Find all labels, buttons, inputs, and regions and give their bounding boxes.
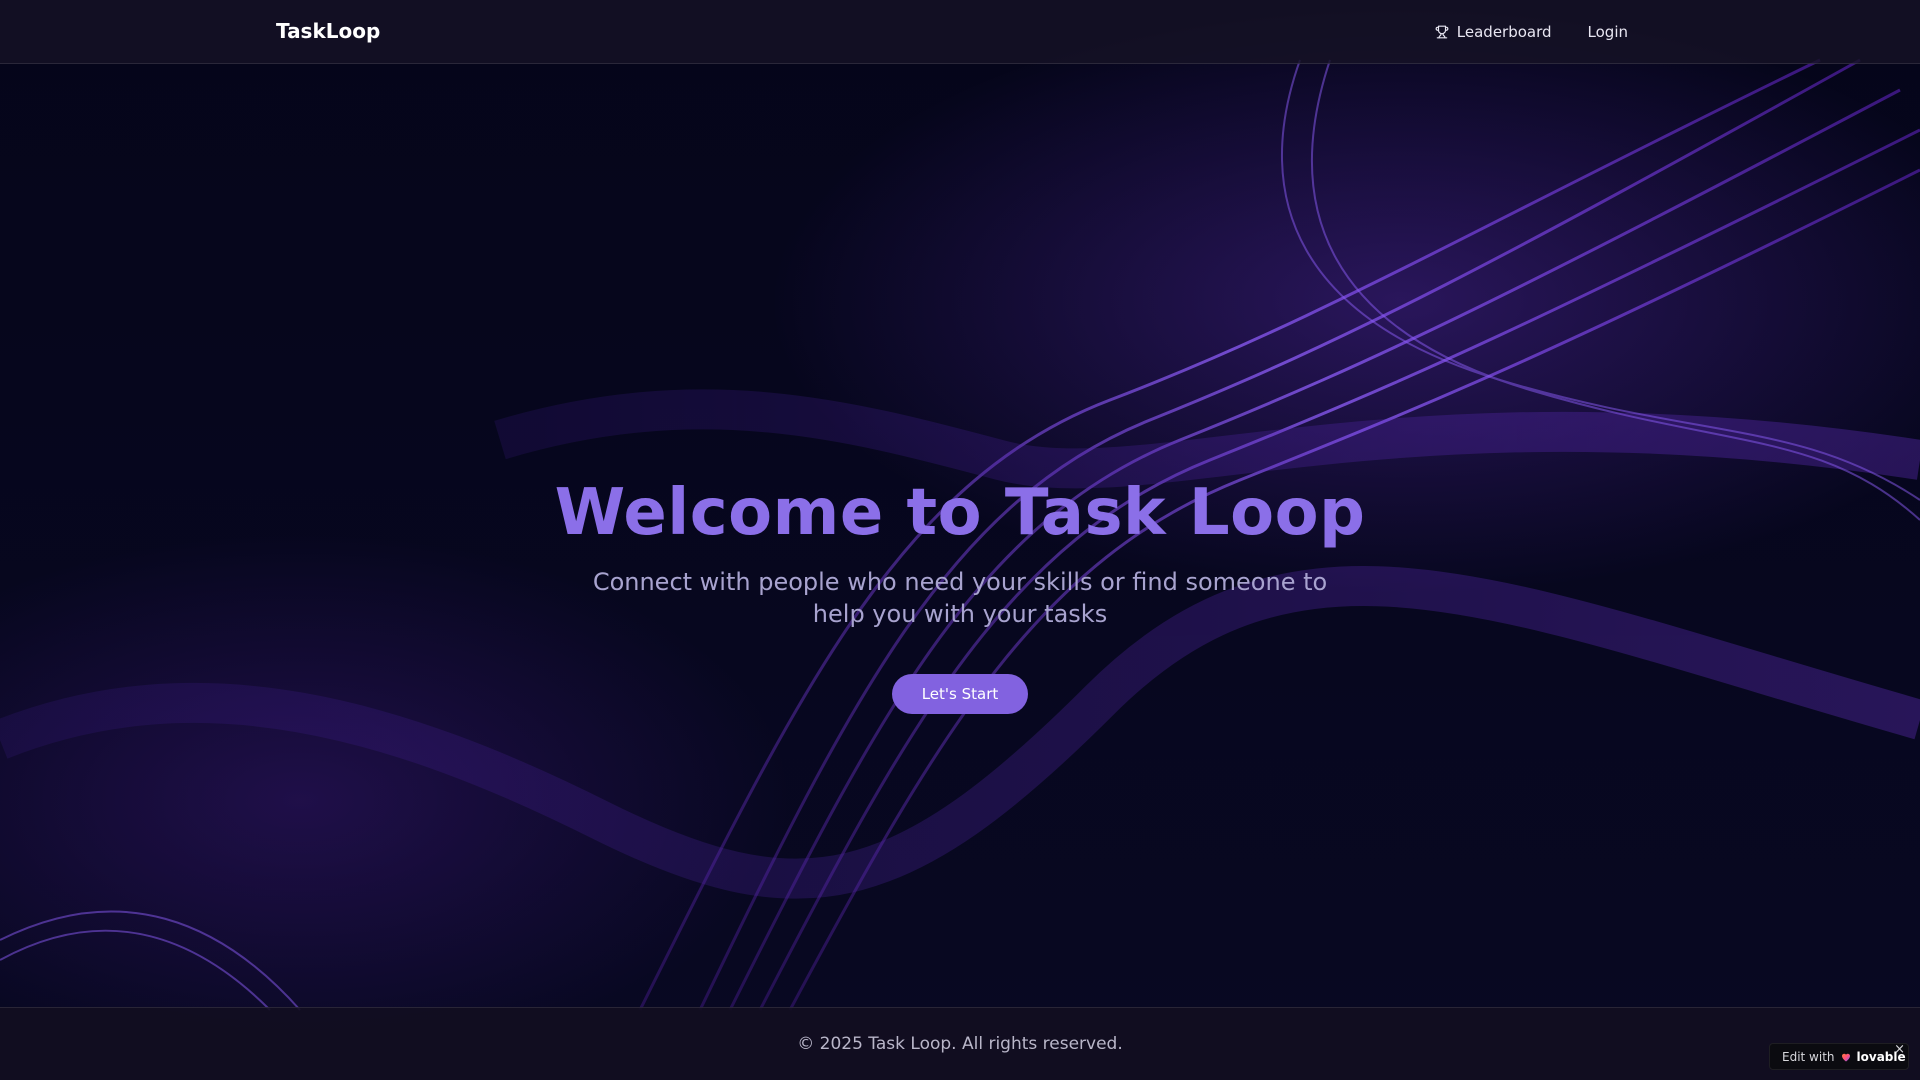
page-footer: © 2025 Task Loop. All rights reserved. (0, 1007, 1920, 1080)
hero-title: Welcome to Task Loop (554, 476, 1366, 550)
heart-icon (1841, 1053, 1850, 1061)
hero-subtitle: Connect with people who need your skills… (592, 568, 1328, 628)
nav-login-label: Login (1587, 23, 1628, 41)
brand-logo[interactable]: TaskLoop (276, 19, 380, 43)
hero-section: Welcome to Task Loop Connect with people… (0, 64, 1920, 1008)
badge-close-icon[interactable]: × (1894, 1042, 1905, 1057)
lets-start-button[interactable]: Let's Start (892, 674, 1028, 714)
nav-login-link[interactable]: Login (1588, 23, 1628, 41)
top-navbar: TaskLoop Leaderboard Login (0, 0, 1920, 64)
trophy-icon (1435, 25, 1449, 39)
nav-leaderboard-label: Leaderboard (1456, 23, 1552, 41)
badge-prefix: Edit with (1782, 1049, 1835, 1064)
edit-with-lovable-badge[interactable]: Edit with lovable × (1769, 1042, 1909, 1070)
nav-leaderboard-link[interactable]: Leaderboard (1435, 23, 1552, 41)
footer-copyright: © 2025 Task Loop. All rights reserved. (797, 1034, 1123, 1054)
nav-menu: Leaderboard Login (1435, 0, 1628, 64)
